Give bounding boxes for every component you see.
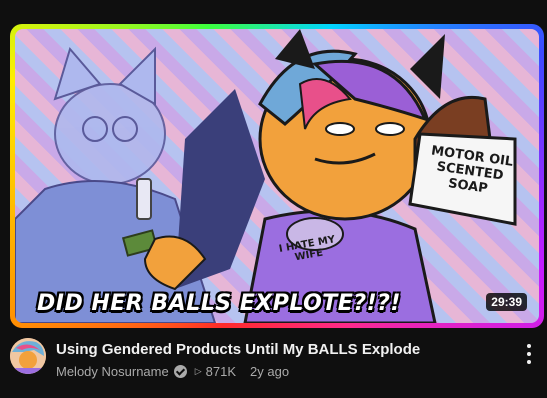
avatar-image bbox=[10, 338, 46, 374]
play-triangle-icon: ▷ bbox=[194, 366, 202, 376]
upload-age: 2y ago bbox=[250, 364, 290, 379]
duration-badge: 29:39 bbox=[486, 293, 527, 311]
video-title[interactable]: Using Gendered Products Until My BALLS E… bbox=[56, 340, 506, 360]
channel-name[interactable]: Melody Nosurname bbox=[56, 364, 169, 379]
view-count: 871K bbox=[205, 364, 237, 379]
video-thumbnail[interactable]: I HATE MY WIFE MOTOR OIL SCENTED SOAP DI… bbox=[10, 24, 544, 328]
thumbnail-image: I HATE MY WIFE MOTOR OIL SCENTED SOAP DI… bbox=[15, 29, 539, 323]
video-meta: Melody Nosurname ▷ 871K 2y ago bbox=[56, 364, 289, 379]
channel-avatar[interactable] bbox=[10, 338, 46, 374]
more-vert-icon[interactable] bbox=[521, 344, 537, 364]
verified-check-icon bbox=[173, 365, 187, 378]
thumbnail-caption: DID HER BALLS EXPLOTE?!?! bbox=[37, 291, 401, 316]
